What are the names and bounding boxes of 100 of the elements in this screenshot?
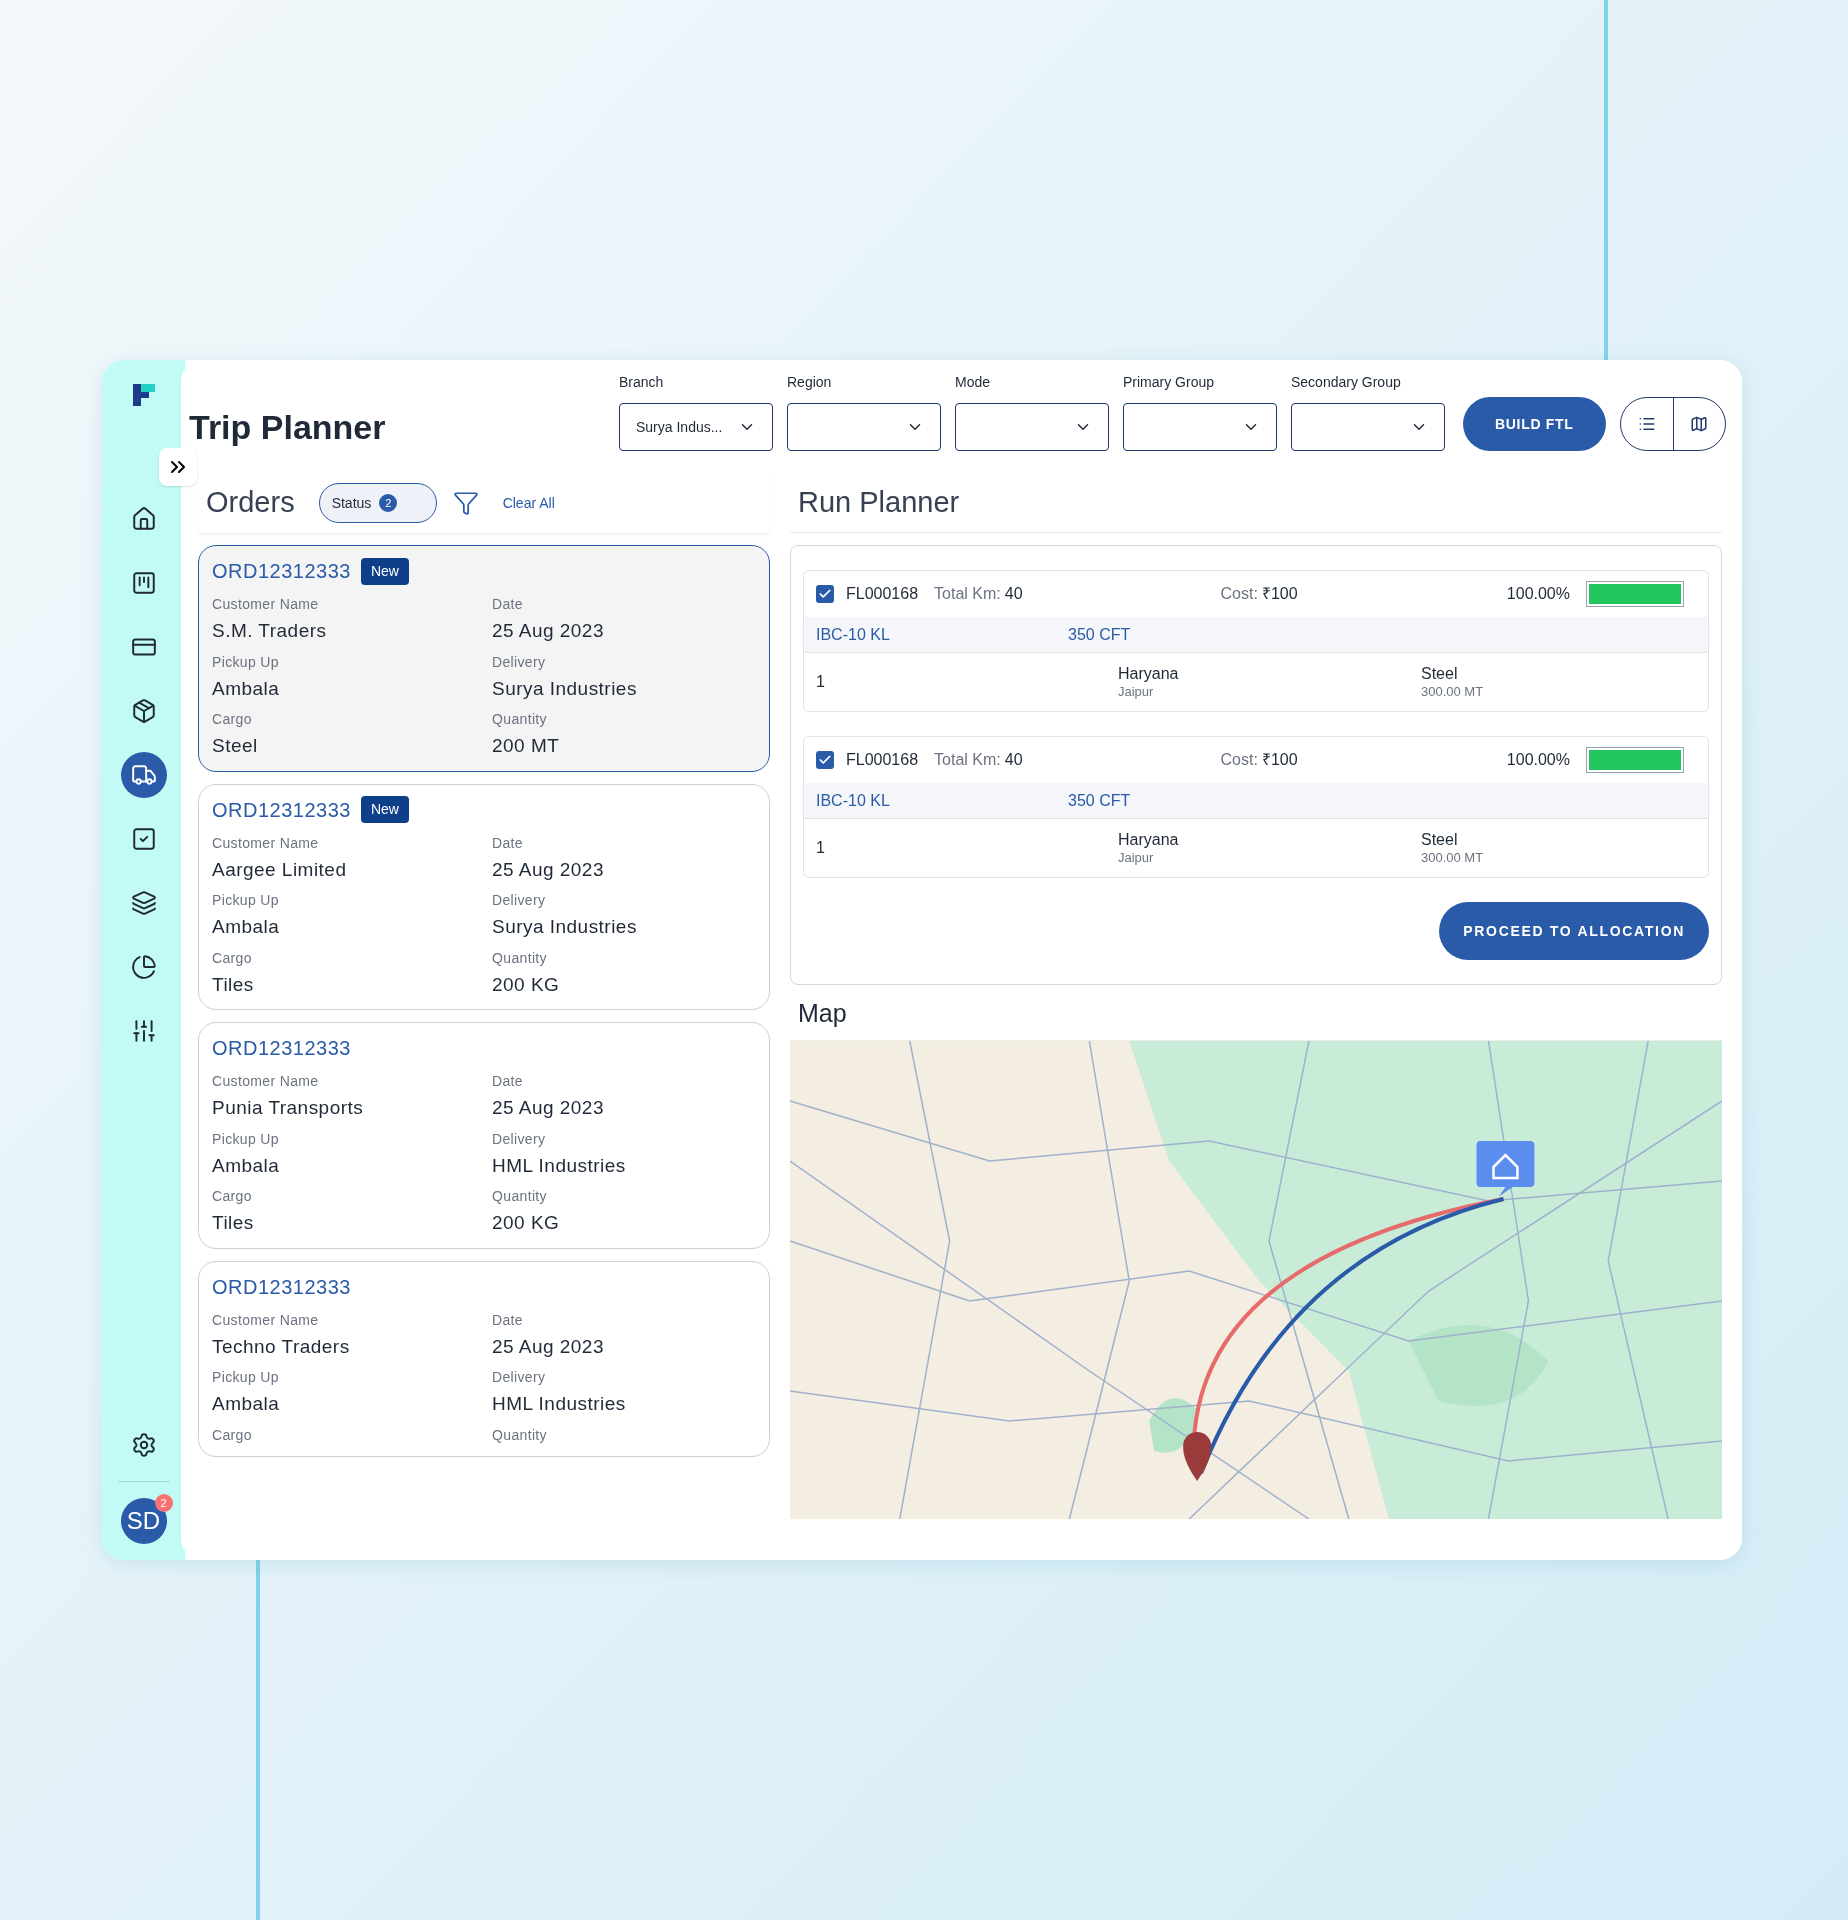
field-label: Pickup Up [212,652,280,672]
total-km-label: Total Km: [934,750,1001,770]
dropdown-field[interactable] [955,403,1109,451]
field-value: Tiles [212,1211,255,1235]
sidebar-item[interactable] [120,752,167,798]
new-badge: New [360,557,409,585]
check-icon [818,753,832,767]
utilization-percent: 100.00% [1506,584,1570,604]
cost-value: ₹100 [1261,584,1298,604]
order-id: ORD12312333 [212,1036,351,1061]
field-value: 25 Aug 2023 [492,1334,605,1359]
field-value: S.M. Traders [212,619,328,643]
board-icon [130,570,157,596]
trip-code: FL000168 [846,584,919,604]
field-label: Cargo [212,1187,253,1206]
vehicle-capacity: 350 CFT [1068,624,1131,645]
dropdown-field[interactable] [787,403,941,451]
stop-number: 1 [816,672,826,692]
field-value: Aargee Limited [212,857,348,882]
field-value: Ambala [212,1392,281,1416]
field-value: Steel [212,734,259,758]
truck-icon [130,762,157,788]
build-ftl-button[interactable]: BUILD FTL [1463,397,1606,451]
new-badge: New [360,796,409,823]
proceed-button[interactable]: PROCEED TO ALLOCATION [1439,902,1709,960]
total-km-label: Total Km: [934,584,1001,604]
checkbox[interactable] [816,751,834,769]
field-label: Date [492,833,524,853]
stop-state: Haryana [1118,663,1180,684]
field-value: Surya Industries [492,676,638,701]
order-card[interactable]: ORD12312333 New Customer Name Aargee Limited Date 25 Aug 2023 Pickup Up Ambala Delivery Surya Industries Cargo Tiles Quantity 200 KG [198,783,770,1010]
dropdown-field[interactable] [1123,403,1277,451]
field-value: Tiles [212,972,255,997]
filter-label: Primary Group [1123,373,1216,392]
order-id: ORD12312333 [212,797,351,823]
filter-label: Mode [955,373,992,392]
field-label: Pickup Up [212,1129,280,1149]
field-label: Cargo [212,1425,253,1445]
cost-label: Cost: [1220,584,1258,604]
field-value: 25 Aug 2023 [492,1096,605,1120]
home-icon [130,506,157,532]
field-label: Quantity [492,710,548,729]
total-km-value: 40 [1004,584,1023,604]
run-planner-heading: Run Planner [798,484,960,520]
field-label: Pickup Up [212,1368,280,1387]
cost-label: Cost: [1220,750,1258,770]
clear-all-link[interactable]: Clear All [502,492,555,514]
order-card[interactable]: ORD12312333 New Customer Name S.M. Traders Date 25 Aug 2023 Pickup Up Ambala Delivery Surya Industries Cargo Steel Quantity 200 MT [198,545,770,772]
box-icon [130,698,157,724]
filter-icon[interactable] [452,490,479,516]
field-value: 200 KG [492,1211,561,1235]
field-value: 200 KG [492,972,561,997]
field-label: Date [492,1310,524,1330]
field-label: Customer Name [212,1072,320,1091]
vehicle-capacity: 350 CFT [1068,790,1131,811]
field-value: Ambala [212,676,281,701]
field-label: Quantity [492,1187,548,1206]
filter-label: Secondary Group [1291,373,1402,392]
order-card[interactable]: ORD12312333 Customer Name Punia Transports Date 25 Aug 2023 Pickup Up Ambala Delivery HML Industries Cargo Tiles Quantity 200 KG [198,1022,770,1249]
field-value: Techno Traders [212,1334,351,1359]
field-value: 200 MT [492,734,561,758]
cargo-name: Steel [1421,663,1459,684]
field-label: Delivery [492,891,547,910]
vehicle-type: IBC-10 KL [816,624,891,645]
field-label: Cargo [212,948,253,968]
pie-chart-icon [130,954,157,980]
dropdown-field[interactable]: Surya Indus... [619,403,773,451]
field-value: 25 Aug 2023 [492,857,605,882]
settings-icon [130,1432,157,1458]
stop-city: Jaipur [1118,849,1155,867]
trip-code: FL000168 [846,750,919,770]
notification-badge: 2 [154,1494,173,1512]
expand-sidebar-button[interactable] [159,448,197,486]
cargo-quantity: 300.00 MT [1421,849,1484,867]
orders-heading: Orders [206,485,295,521]
field-value: HML Industries [492,1392,627,1416]
map-heading: Map [798,997,847,1029]
layers-icon [130,890,157,916]
field-value: HML Industries [492,1153,627,1178]
field-label: Customer Name [212,833,320,853]
cargo-name: Steel [1421,829,1459,850]
page-title: Trip Planner [189,407,387,448]
field-label: Delivery [492,1368,547,1387]
filter-label: Branch [619,373,665,392]
filter-label: Region [787,373,833,392]
field-label: Date [492,1072,524,1091]
total-km-value: 40 [1004,750,1023,770]
list-icon [1637,415,1656,433]
field-label: Pickup Up [212,891,280,910]
order-card[interactable]: ORD12312333 Customer Name Techno Traders Date 25 Aug 2023 Pickup Up Ambala Delivery HML Industries Cargo Quantity [198,1260,770,1457]
field-label: Delivery [492,1129,547,1149]
stop-city: Jaipur [1118,683,1155,701]
field-value: Surya Industries [492,915,638,939]
field-label: Quantity [492,948,548,968]
status-filter-chip[interactable]: Status 2 [318,483,437,523]
stop-state: Haryana [1118,829,1180,850]
dropdown-field[interactable] [1291,403,1445,451]
checkbox[interactable] [816,585,834,603]
order-id: ORD12312333 [212,1274,351,1300]
cost-value: ₹100 [1261,750,1298,770]
